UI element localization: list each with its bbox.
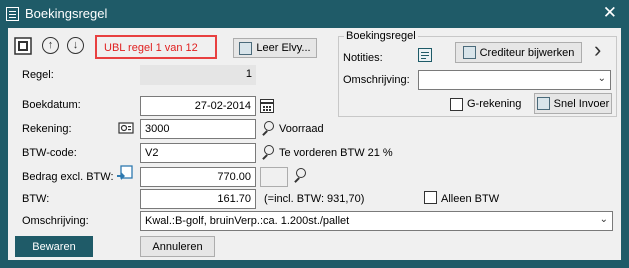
search-icon[interactable] — [260, 145, 275, 160]
annuleren-button[interactable]: Annuleren — [140, 236, 215, 257]
notities-label: Notities: — [343, 52, 383, 64]
calendar-icon[interactable] — [260, 99, 274, 113]
omschrijving-label: Omschrijving: — [343, 74, 410, 86]
chevron-down-icon: ⌄ — [597, 73, 606, 84]
bedrag-input[interactable]: 770.00 — [140, 167, 256, 187]
crediteur-bijwerken-button[interactable]: Crediteur bijwerken — [455, 42, 582, 63]
btw-input[interactable]: 161.70 — [140, 189, 256, 209]
snel-invoer-button[interactable]: Snel Invoer — [534, 93, 612, 114]
annuleren-label: Annuleren — [152, 240, 203, 253]
search-icon[interactable] — [292, 168, 307, 183]
app-icon — [6, 7, 19, 21]
boekdatum-label: Boekdatum: — [22, 99, 81, 111]
g-rekening-checkbox[interactable] — [450, 98, 463, 111]
btw-code-label: BTW-code: — [22, 147, 77, 159]
close-icon[interactable]: ✕ — [603, 3, 617, 23]
regel-label: Regel: — [22, 69, 54, 81]
grid-icon[interactable] — [14, 37, 34, 57]
alleen-btw-checkbox[interactable] — [424, 191, 437, 204]
btw-code-value: V2 — [145, 147, 159, 159]
rekening-name: Voorraad — [279, 123, 324, 135]
leer-elvy-button[interactable]: Leer Elvy... — [233, 38, 317, 58]
bewaren-button[interactable]: Bewaren — [15, 236, 93, 257]
omschrijving-value: Kwal.:B-golf, bruinVerp.:ca. 1.200st./pa… — [145, 215, 350, 227]
window-title: Boekingsregel — [25, 6, 108, 21]
snel-invoer-label: Snel Invoer — [553, 97, 610, 110]
crediteur-button-label: Crediteur bijwerken — [479, 46, 575, 59]
rekening-value: 3000 — [145, 123, 170, 135]
boekingsregel-group: Boekingsregel Notities: Crediteur bijwer… — [338, 30, 617, 117]
btw-label: BTW: — [22, 193, 50, 205]
boekdatum-input[interactable]: 27-02-2014 — [140, 96, 256, 116]
elvy-icon — [239, 41, 253, 55]
search-icon[interactable] — [260, 121, 275, 136]
omschrijving-label: Omschrijving: — [22, 215, 89, 227]
calculator-icon[interactable] — [116, 165, 134, 183]
snel-invoer-icon — [536, 97, 550, 110]
regel-field: 1 — [140, 65, 256, 85]
boekdatum-value: 27-02-2014 — [194, 100, 251, 112]
regel-value: 1 — [245, 68, 252, 80]
rekening-input[interactable]: 3000 — [140, 119, 256, 139]
rekening-label: Rekening: — [22, 123, 72, 135]
account-icon[interactable] — [118, 120, 134, 135]
btw-incl-text: (=incl. BTW: 931,70) — [264, 193, 365, 205]
leer-elvy-label: Leer Elvy... — [256, 42, 311, 54]
bedrag-extra-field — [260, 167, 288, 187]
ubl-status: UBL regel 1 van 12 — [95, 35, 217, 59]
omschrijving-select[interactable]: Kwal.:B-golf, bruinVerp.:ca. 1.200st./pa… — [140, 211, 613, 231]
bedrag-label: Bedrag excl. BTW: — [22, 171, 114, 183]
btw-code-name: Te vorderen BTW 21 % — [279, 147, 393, 159]
chevron-down-icon: ⌄ — [599, 214, 608, 225]
arrow-up-icon[interactable]: ↑ — [42, 37, 59, 54]
alleen-btw-label: Alleen BTW — [441, 193, 500, 205]
dialog-body: ↑ ↓ UBL regel 1 van 12 Leer Elvy... Boek… — [8, 28, 621, 260]
bedrag-value: 770.00 — [217, 171, 251, 183]
crediteur-icon — [462, 46, 476, 59]
dialog-window: Boekingsregel ✕ ↑ ↓ UBL regel 1 van 12 L… — [0, 0, 629, 268]
arrow-down-icon[interactable]: ↓ — [67, 37, 84, 54]
bewaren-label: Bewaren — [32, 240, 76, 253]
chevron-right-icon[interactable]: › — [594, 39, 601, 61]
notes-icon[interactable] — [418, 48, 432, 62]
title-bar[interactable]: Boekingsregel ✕ — [0, 0, 629, 28]
group-omschrijving-select[interactable]: ⌄ — [418, 70, 611, 90]
group-title: Boekingsregel — [344, 30, 418, 42]
btw-value: 161.70 — [217, 193, 251, 205]
g-rekening-label: G-rekening — [467, 98, 522, 110]
btw-code-input[interactable]: V2 — [140, 143, 256, 163]
